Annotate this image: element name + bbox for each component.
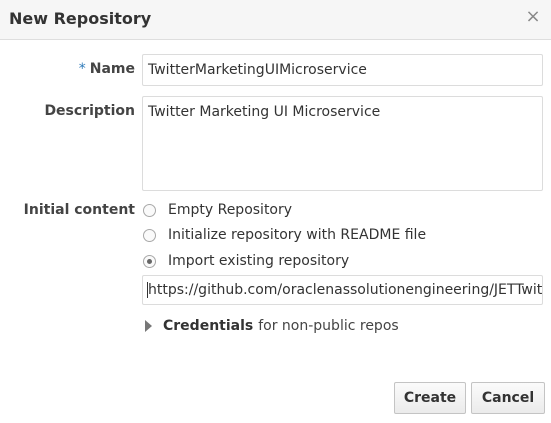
- close-icon[interactable]: ×: [525, 8, 541, 26]
- radio-button[interactable]: [143, 228, 156, 242]
- cancel-button[interactable]: Cancel: [471, 382, 545, 414]
- text-caret: [147, 282, 148, 298]
- expand-triangle-icon[interactable]: [145, 320, 152, 332]
- dialog-title: New Repository: [9, 9, 152, 28]
- description-label: Description: [44, 103, 135, 119]
- initial-content-label: Initial content: [23, 202, 135, 218]
- name-label-text: Name: [89, 61, 135, 77]
- required-indicator: *: [78, 61, 86, 77]
- radio-initialize-readme[interactable]: Initialize repository with README file: [143, 225, 426, 245]
- create-button[interactable]: Create: [394, 382, 466, 414]
- radio-label: Empty Repository: [168, 202, 293, 218]
- radio-empty-repository[interactable]: Empty Repository: [143, 200, 292, 220]
- import-url-input[interactable]: https://github.com/oraclenassolutionengi…: [142, 275, 543, 305]
- radio-import-existing[interactable]: Import existing repository: [143, 251, 349, 271]
- credentials-note: for non-public repos: [258, 318, 399, 334]
- radio-button-selected[interactable]: [143, 254, 156, 268]
- new-repository-dialog: New Repository × * Name TwitterMarketingU…: [0, 0, 551, 423]
- name-label: * Name: [60, 61, 135, 77]
- credentials-toggle[interactable]: Credentials for non-public repos: [145, 318, 399, 334]
- description-textarea[interactable]: Twitter Marketing UI Microservice: [142, 96, 543, 191]
- radio-label: Initialize repository with README file: [168, 227, 427, 243]
- radio-button[interactable]: [143, 203, 156, 217]
- radio-label: Import existing repository: [168, 253, 350, 269]
- dialog-header: New Repository ×: [0, 0, 551, 40]
- credentials-label: Credentials: [163, 318, 254, 334]
- name-input[interactable]: TwitterMarketingUIMicroservice: [142, 54, 543, 86]
